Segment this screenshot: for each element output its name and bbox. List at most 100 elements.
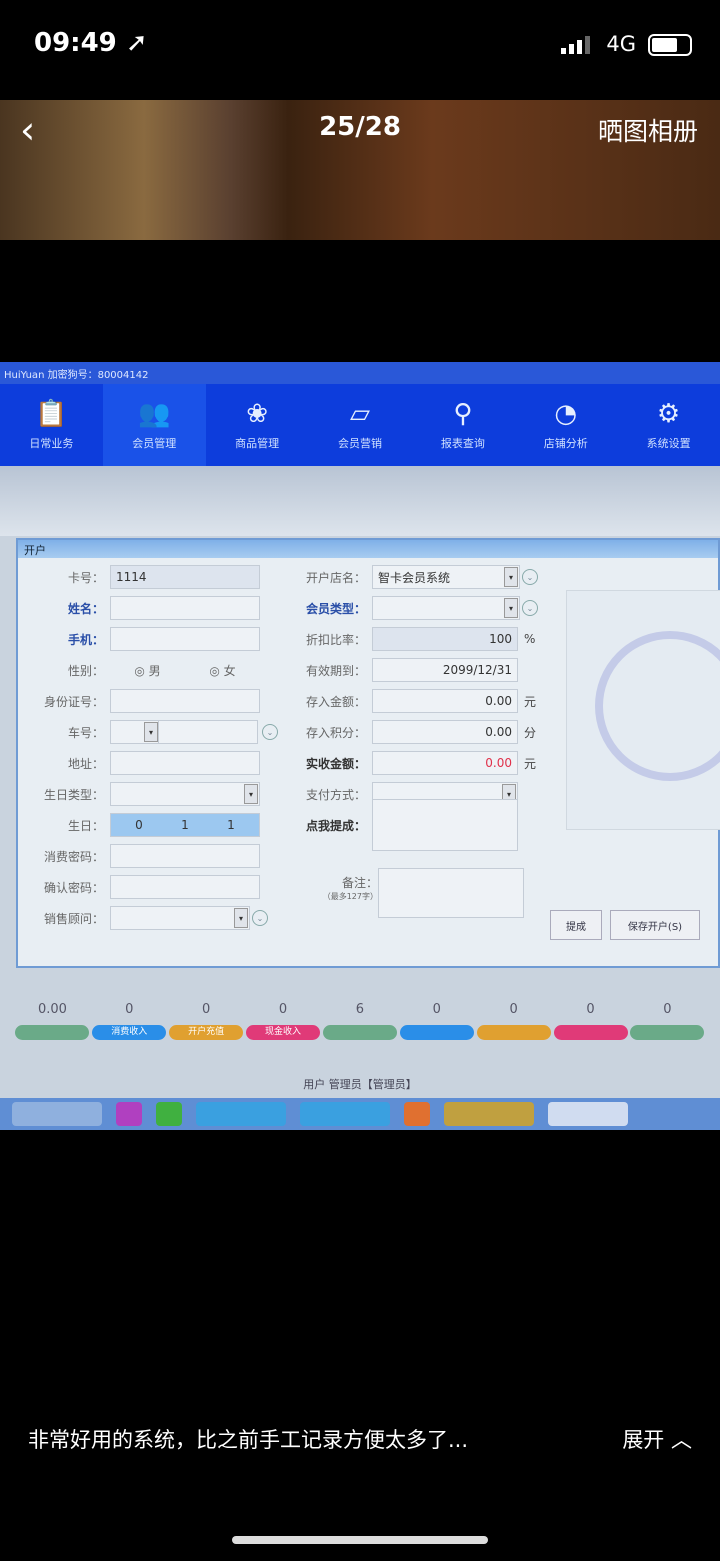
stat-label xyxy=(322,1025,397,1040)
taskbar-app-icon[interactable] xyxy=(404,1102,430,1126)
circle-chevron-icon[interactable]: ⌄ xyxy=(522,569,538,585)
taskbar-app-icon[interactable] xyxy=(156,1102,182,1126)
stat-value: 0 xyxy=(125,1002,134,1017)
id-no-input[interactable] xyxy=(110,689,260,713)
cubes-icon: ❀ xyxy=(246,399,269,429)
toolbar-item[interactable]: ❀ 商品管理 xyxy=(206,384,309,466)
stat-item[interactable]: 0.00 xyxy=(15,1002,90,1040)
stat-item[interactable]: 6 xyxy=(322,1002,397,1040)
pay-password-input[interactable] xyxy=(110,844,260,868)
field-label: 消费密码： xyxy=(43,849,104,864)
open-account-dialog: 开户 卡号： 1114 姓名： 手机： 性别： ◎ 男 ◎ 女身份证号： 车号： ▾ ⌄ 地址： 生日… xyxy=(16,538,720,968)
address-input[interactable] xyxy=(110,751,260,775)
stat-label xyxy=(553,1025,628,1040)
stats-bar: 0.00 0 消费收入 0 开户充值 0 现金收入 6 0 0 0 0 xyxy=(0,1002,720,1040)
taskbar xyxy=(0,1098,720,1130)
member-type-select[interactable] xyxy=(372,596,520,620)
dialog-title: 开户 xyxy=(18,540,718,558)
circle-chevron-icon[interactable]: ⌄ xyxy=(252,910,268,926)
mobile-input[interactable] xyxy=(110,627,260,651)
birthday-input[interactable]: 011 xyxy=(110,813,260,837)
form-row: 地址： xyxy=(28,750,260,776)
stat-item[interactable]: 0 xyxy=(630,1002,705,1040)
field-label: 姓名： xyxy=(67,601,104,616)
received-amount-input[interactable]: 0.00 xyxy=(372,751,518,775)
circle-chevron-icon[interactable]: ⌄ xyxy=(262,724,278,740)
points-input[interactable]: 0.00 xyxy=(372,720,518,744)
clipboard-chart-icon: 📋 xyxy=(35,399,68,429)
taskbar-app-icon[interactable] xyxy=(300,1102,390,1126)
discount-input[interactable]: 100 xyxy=(372,627,518,651)
stat-item[interactable]: 0 开户充值 xyxy=(169,1002,244,1040)
album-link[interactable]: 晒图相册 xyxy=(598,112,698,148)
circle-chevron-icon[interactable]: ⌄ xyxy=(522,600,538,616)
taskbar-app-icon[interactable] xyxy=(116,1102,142,1126)
store-select[interactable]: 智卡会员系统 xyxy=(372,565,520,589)
expand-button[interactable]: 展开 ︿ xyxy=(622,1424,692,1454)
birthday-type-select[interactable] xyxy=(110,782,260,806)
stat-label xyxy=(15,1025,90,1040)
confirm-password-input[interactable] xyxy=(110,875,260,899)
field-label: 地址： xyxy=(67,756,104,771)
car-no-input[interactable] xyxy=(158,720,258,744)
toolbar-item[interactable]: ▱ 会员营销 xyxy=(309,384,412,466)
toolbar-label: 商品管理 xyxy=(235,437,280,450)
stat-item[interactable]: 0 现金收入 xyxy=(246,1002,321,1040)
taskbar-app-icon[interactable] xyxy=(444,1102,534,1126)
chevron-up-icon: ︿ xyxy=(671,1428,692,1452)
field-label: 开户店名： xyxy=(305,570,366,585)
stat-label: 消费收入 xyxy=(92,1025,167,1040)
field-label: 支付方式： xyxy=(305,787,366,802)
deposit-input[interactable]: 0.00 xyxy=(372,689,518,713)
field-label: 性别： xyxy=(67,663,104,678)
stat-item[interactable]: 0 xyxy=(553,1002,628,1040)
field-label: 点我提成： xyxy=(305,818,366,833)
photo-placeholder[interactable] xyxy=(566,590,720,830)
save-open-button[interactable]: 保存开户(S) xyxy=(610,910,700,940)
photo-computer-screen: HuiYuan 加密狗号：80004142 📋 日常业务 👥 会员管理 ❀ 商品管理 ▱ 会员… xyxy=(0,362,720,1130)
field-label: 实收金额： xyxy=(305,756,366,771)
stat-value: 0 xyxy=(586,1002,595,1017)
photo-caption: 非常好用的系统，比之前手工记录方便太多了... xyxy=(28,1428,469,1452)
dropdown-arrow-icon[interactable]: ▾ xyxy=(144,722,158,742)
commission-button[interactable]: 提成 xyxy=(550,910,602,940)
dropdown-arrow-icon[interactable]: ▾ xyxy=(504,598,518,618)
start-button[interactable] xyxy=(12,1102,102,1126)
toolbar-item[interactable]: ◔ 店铺分析 xyxy=(514,384,617,466)
dropdown-arrow-icon[interactable]: ▾ xyxy=(234,908,248,928)
expiry-input[interactable]: 2099/12/31 xyxy=(372,658,518,682)
taskbar-app-icon[interactable] xyxy=(548,1102,628,1126)
taskbar-app-icon[interactable] xyxy=(196,1102,286,1126)
name-input[interactable] xyxy=(110,596,260,620)
card-no-input[interactable]: 1114 xyxy=(110,565,260,589)
field-label: 生日类型： xyxy=(43,787,104,802)
stat-label xyxy=(399,1025,474,1040)
commission-input[interactable] xyxy=(372,799,518,851)
stat-item[interactable]: 0 消费收入 xyxy=(92,1002,167,1040)
form-row: 手机： xyxy=(28,626,260,652)
field-label: 卡号： xyxy=(67,570,104,585)
dropdown-arrow-icon[interactable]: ▾ xyxy=(504,567,518,587)
radio-female[interactable]: ◎ 女 xyxy=(209,662,235,679)
form-row: 卡号： 1114 xyxy=(28,564,260,590)
clock: 09:49 ➚ xyxy=(34,28,148,58)
toolbar-item[interactable]: ⚙ 系统设置 xyxy=(617,384,720,466)
dropdown-arrow-icon[interactable]: ▾ xyxy=(244,784,258,804)
toolbar-item[interactable]: 📋 日常业务 xyxy=(0,384,103,466)
sales-advisor-select[interactable] xyxy=(110,906,250,930)
remark-textarea[interactable] xyxy=(378,868,524,918)
field-label: 会员类型： xyxy=(305,601,366,616)
stat-item[interactable]: 0 xyxy=(399,1002,474,1040)
form-row: 实收金额： 0.00 元 xyxy=(290,750,536,776)
current-user: 用户 管理员【管理员】 xyxy=(303,1078,417,1091)
toolbar-item[interactable]: ⚲ 报表查询 xyxy=(411,384,514,466)
toolbar-item[interactable]: 👥 会员管理 xyxy=(102,384,206,466)
form-row: 车号： ▾ ⌄ xyxy=(28,719,278,745)
viewer-nav: ‹ 25/28 晒图相册 xyxy=(0,100,720,160)
home-indicator[interactable] xyxy=(232,1536,488,1544)
toolbar-label: 店铺分析 xyxy=(543,437,588,450)
stat-item[interactable]: 0 xyxy=(476,1002,551,1040)
stat-label: 现金收入 xyxy=(246,1025,321,1040)
form-row: 存入积分： 0.00 分 xyxy=(290,719,536,745)
radio-male[interactable]: ◎ 男 xyxy=(134,662,160,679)
